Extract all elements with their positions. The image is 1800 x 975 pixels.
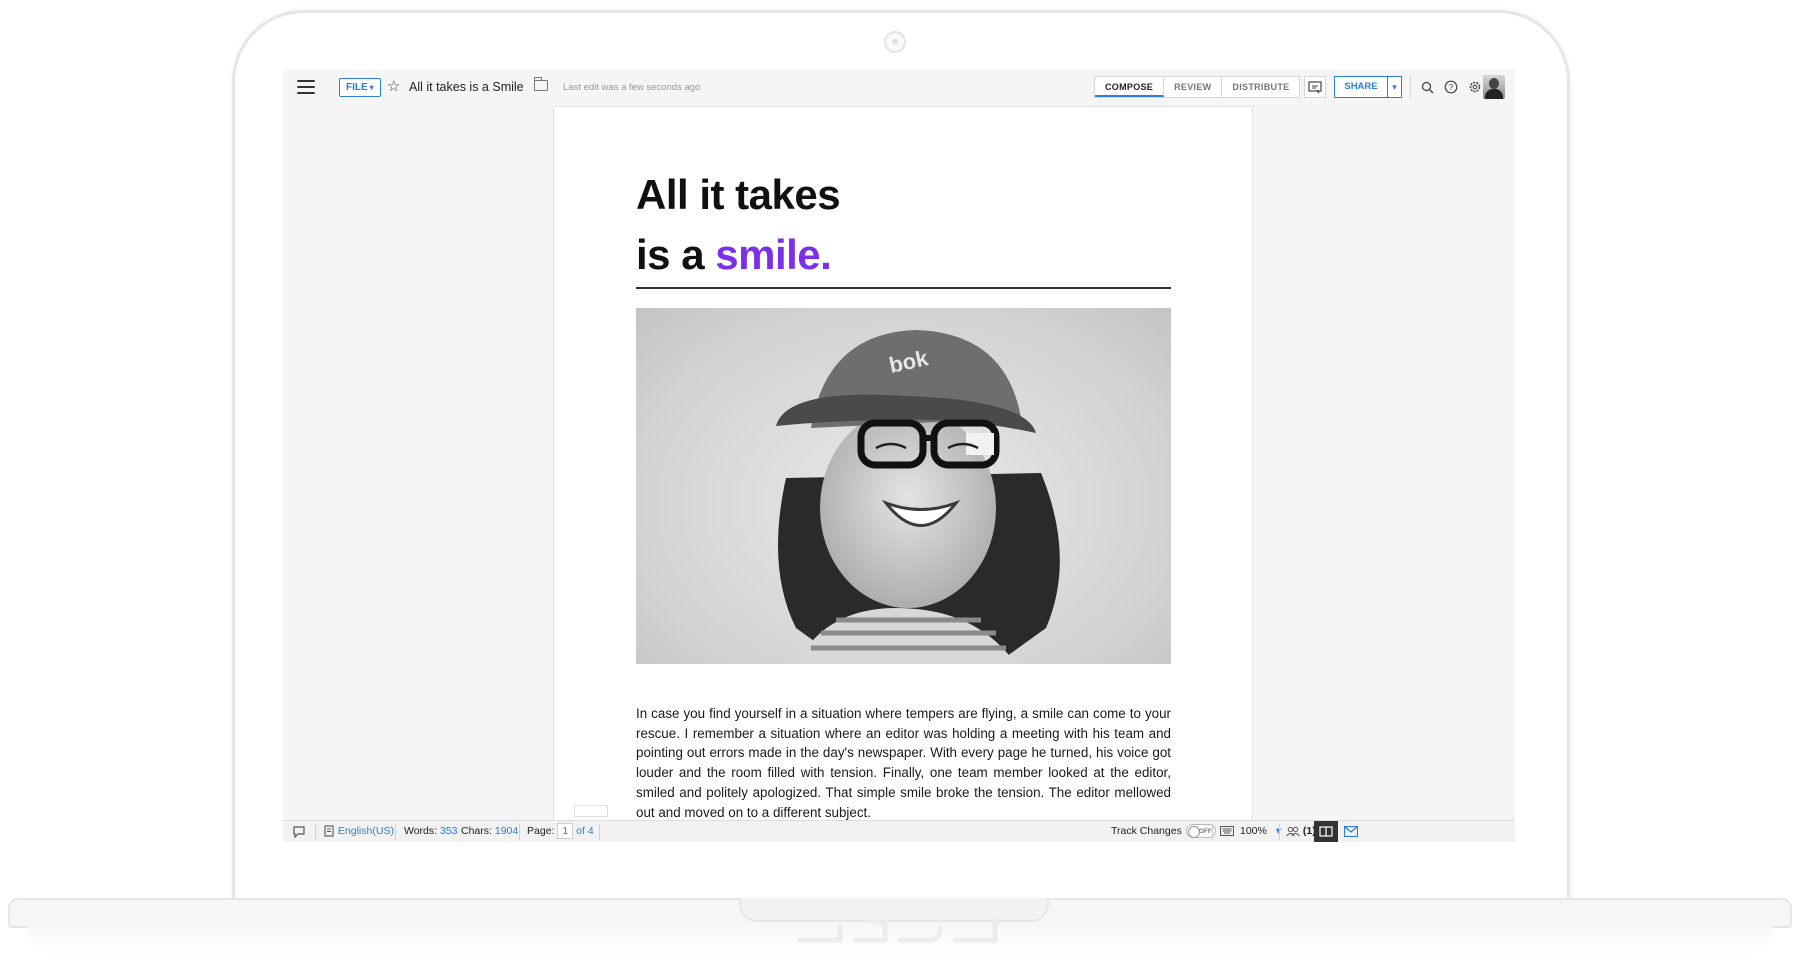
watermark-logo: [797, 917, 998, 943]
zoom-selector[interactable]: 100% ▾: [1240, 821, 1281, 842]
share-dropdown-chevron-icon[interactable]: ▾: [1387, 76, 1402, 98]
language-label: English(US): [337, 825, 394, 837]
toggle-state: OFF: [1198, 828, 1212, 836]
status-divider: [315, 824, 316, 840]
status-divider: [1212, 824, 1213, 840]
headline-plain: is a: [636, 231, 716, 278]
document-title[interactable]: All it takes is a Smile: [409, 80, 524, 94]
file-menu-label: FILE: [346, 82, 368, 93]
spellcheck-icon: [324, 825, 334, 837]
chars-value: 1904: [494, 825, 519, 837]
page-indicator: Page: 1 of 4: [527, 821, 594, 842]
headline-divider: [636, 287, 1171, 289]
book-view-icon[interactable]: [1314, 821, 1338, 842]
tab-compose[interactable]: COMPOSE: [1095, 77, 1165, 97]
words-label: Words:: [404, 825, 438, 837]
document-page[interactable]: All it takes is a smile. bok In case you…: [553, 106, 1253, 820]
headline-accent: smile.: [715, 231, 832, 278]
track-changes-control[interactable]: Track Changes OFF: [1111, 821, 1216, 842]
right-toolbar-icons: ?: [1410, 76, 1487, 98]
menu-icon[interactable]: [297, 80, 315, 94]
page-layout-handle[interactable]: [574, 805, 608, 817]
top-toolbar: FILE ▾ ☆ All it takes is a Smile Last edi…: [283, 70, 1515, 106]
page-label: Page:: [527, 825, 555, 837]
folder-icon[interactable]: [533, 77, 548, 91]
camera-icon: [884, 31, 906, 53]
avatar[interactable]: [1483, 75, 1505, 99]
status-divider: [599, 824, 600, 840]
page-number-input[interactable]: 1: [557, 823, 574, 839]
language-selector[interactable]: English(US): [324, 821, 394, 842]
status-divider: [1279, 824, 1280, 840]
word-count: Words: 353: [404, 821, 458, 842]
char-count: Chars: 1904: [461, 821, 518, 842]
keyboard-icon[interactable]: [1220, 821, 1234, 842]
headline-line-1: All it takes: [636, 171, 841, 218]
file-menu-button[interactable]: FILE ▾: [339, 78, 381, 97]
track-changes-label: Track Changes: [1111, 825, 1182, 837]
tab-distribute[interactable]: DISTRIBUTE: [1222, 77, 1299, 97]
headline-line-2: is a smile.: [636, 225, 840, 285]
chars-label: Chars:: [461, 825, 492, 837]
tab-review[interactable]: REVIEW: [1164, 77, 1223, 97]
share-button[interactable]: SHARE: [1334, 76, 1388, 98]
last-edit-status: Last edit was a few seconds ago: [563, 82, 701, 93]
page-total: of 4: [576, 825, 594, 837]
svg-text:?: ?: [1449, 83, 1454, 92]
status-bar: English(US) Words: 353 Chars: 1904 Page:…: [283, 820, 1515, 842]
search-icon[interactable]: [1415, 76, 1439, 98]
zoom-value: 100%: [1240, 825, 1267, 837]
collaborators-indicator[interactable]: (1): [1286, 821, 1316, 842]
mode-tabs: COMPOSE REVIEW DISTRIBUTE: [1094, 76, 1301, 98]
document-body[interactable]: In case you find yourself in a situation…: [636, 704, 1171, 822]
star-icon[interactable]: ☆: [387, 78, 400, 96]
status-divider: [519, 824, 520, 840]
app-screen: FILE ▾ ☆ All it takes is a Smile Last edi…: [283, 70, 1515, 842]
people-icon: [1286, 826, 1300, 837]
smiling-girl-photo[interactable]: bok: [636, 308, 1171, 664]
help-icon[interactable]: ?: [1439, 76, 1463, 98]
document-headline[interactable]: All it takes is a smile.: [636, 165, 841, 285]
chevron-down-icon: ▾: [369, 83, 374, 92]
mail-icon[interactable]: [1343, 821, 1359, 842]
comment-icon[interactable]: [292, 821, 306, 842]
words-value: 353: [440, 825, 458, 837]
status-divider: [395, 824, 396, 840]
present-icon[interactable]: [1304, 76, 1326, 98]
